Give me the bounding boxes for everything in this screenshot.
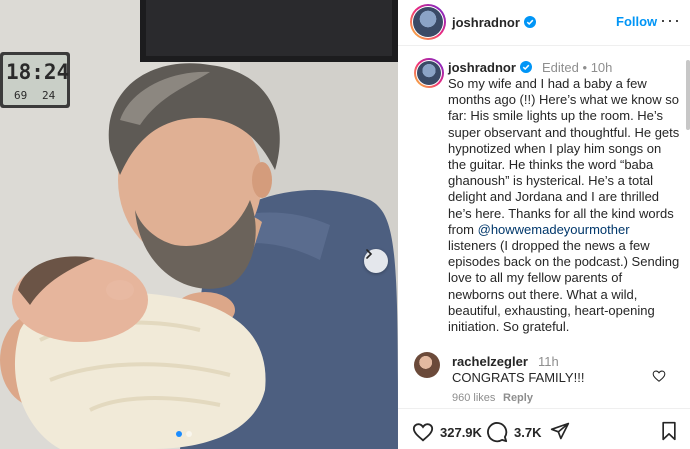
caption-username[interactable]: joshradnor xyxy=(448,60,532,75)
comment-icon xyxy=(487,422,508,443)
follow-button[interactable]: Follow xyxy=(616,14,657,29)
scrollbar[interactable] xyxy=(686,60,690,130)
like-button[interactable]: 327.9K xyxy=(412,421,482,443)
comment-like-heart-icon[interactable] xyxy=(652,369,666,383)
heart-icon xyxy=(412,423,434,442)
photo-illustration: 18:24 69 24 xyxy=(0,0,398,449)
caption-username-text[interactable]: joshradnor xyxy=(448,60,516,75)
caption-text-after: listeners (I dropped the news a few epis… xyxy=(448,238,680,335)
comment-username[interactable]: rachelzegler xyxy=(452,354,528,369)
save-button[interactable] xyxy=(660,421,678,441)
next-photo-button[interactable] xyxy=(364,249,388,273)
meta-separator: • xyxy=(582,60,588,75)
clock-humidity: 24 xyxy=(42,89,56,102)
clock-time: 18:24 xyxy=(6,60,69,84)
author-username[interactable]: joshradnor xyxy=(452,15,536,30)
share-button[interactable] xyxy=(550,421,570,441)
chevron-right-icon xyxy=(366,249,373,259)
share-icon xyxy=(550,422,570,440)
clock-temp: 69 xyxy=(14,89,27,102)
post-photo: 18:24 69 24 xyxy=(0,0,398,449)
action-bar: 327.9K 3.7K xyxy=(398,408,690,449)
comment-text: CONGRATS FAMILY!!! xyxy=(452,370,585,385)
like-count: 327.9K xyxy=(440,424,482,440)
post-side-panel: joshradnor Follow ··· joshradnor Edited … xyxy=(398,0,690,449)
comment-avatar[interactable] xyxy=(414,352,440,378)
comment-time: 11h xyxy=(538,354,559,369)
bookmark-icon xyxy=(662,421,676,441)
verified-badge-icon xyxy=(523,16,536,28)
caption-meta: Edited • 10h xyxy=(542,60,612,75)
caption-text-before: So my wife and I had a baby a few months… xyxy=(448,76,680,237)
comment-likes[interactable]: 960 likes xyxy=(452,392,495,404)
caption-avatar[interactable] xyxy=(414,58,444,88)
carousel-dots xyxy=(176,431,192,437)
author-username-text[interactable]: joshradnor xyxy=(452,15,520,30)
carousel-dot xyxy=(176,431,182,437)
carousel-dot xyxy=(186,431,192,437)
caption-mention-link[interactable]: @howwemadeyourmother xyxy=(478,222,630,237)
verified-badge-icon xyxy=(519,61,532,73)
comment-reply-button[interactable]: Reply xyxy=(503,392,533,404)
more-options-button[interactable]: ··· xyxy=(660,10,681,31)
comment-button[interactable]: 3.7K xyxy=(486,421,541,443)
author-avatar[interactable] xyxy=(410,4,446,40)
caption-time: 10h xyxy=(590,60,613,75)
comment-count: 3.7K xyxy=(514,424,542,440)
caption-text: So my wife and I had a baby a few months… xyxy=(448,76,680,335)
edited-label: Edited xyxy=(542,60,579,75)
post-header: joshradnor Follow ··· xyxy=(398,0,690,46)
